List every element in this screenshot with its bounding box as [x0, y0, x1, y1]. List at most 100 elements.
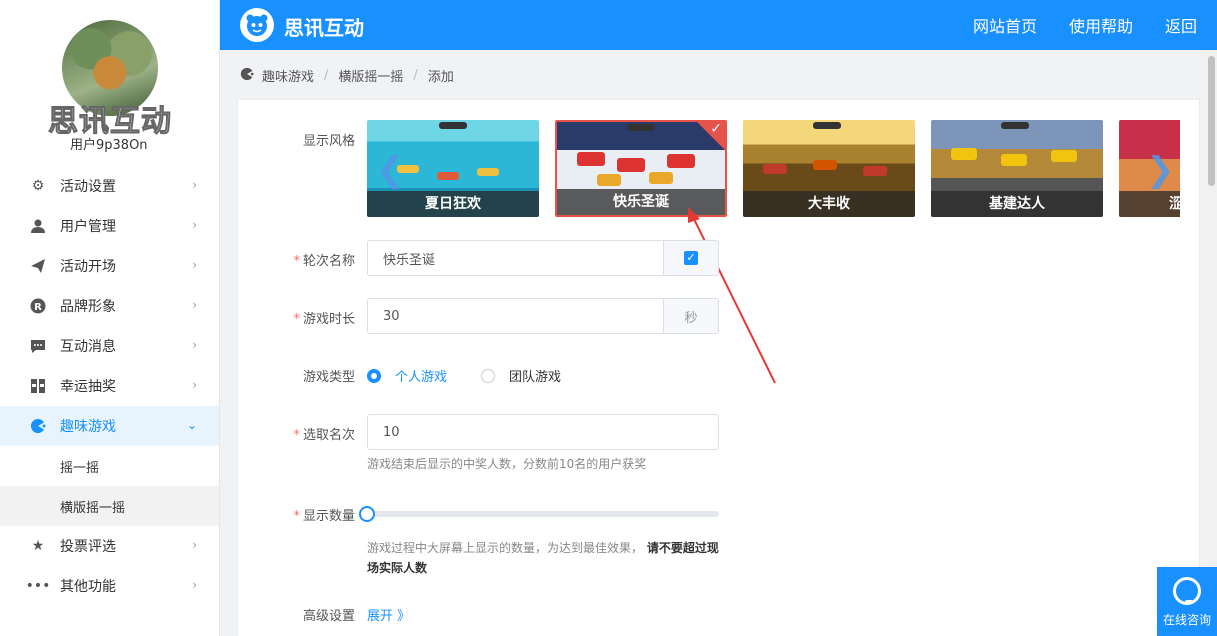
chevron-right-icon: ›: [192, 578, 197, 592]
style-caption: 基建达人: [931, 191, 1103, 217]
gears-icon: ⚙: [31, 178, 45, 194]
round-name-checkbox[interactable]: ✓: [684, 251, 698, 265]
sidebar-item-other[interactable]: ••• 其他功能 ›: [0, 566, 219, 606]
lottery-icon: [30, 378, 46, 394]
chevron-right-icon: ›: [192, 378, 197, 392]
chevron-down-icon: ⌄: [186, 418, 197, 432]
style-card-christmas[interactable]: ✓ 快乐圣诞: [555, 120, 727, 217]
scrollbar-thumb[interactable]: [1208, 56, 1215, 186]
duration-unit: 秒: [663, 298, 719, 334]
style-carousel: 夏日狂欢 ✓ 快乐圣诞 大丰收 基建达人 涩: [367, 120, 1180, 218]
radio-individual[interactable]: 个人游戏: [367, 366, 447, 385]
sidebar-item-label: 趣味游戏: [60, 419, 116, 435]
radio-team-label: 团队游戏: [509, 370, 562, 385]
duration-unit-text: 秒: [684, 310, 698, 326]
sidebar: 思讯互动 用户9p38On ⚙ 活动设置 › 用户管理 › 活动开场 › R 品…: [0, 0, 220, 636]
more-icon: •••: [25, 578, 51, 594]
breadcrumb-item[interactable]: 趣味游戏: [262, 66, 314, 85]
display-count-hint: 游戏过程中大屏幕上显示的数量，为达到最佳效果， 请不要超过现场实际人数: [367, 538, 727, 578]
headset-icon: [1173, 577, 1201, 605]
rank-value: 10: [383, 424, 400, 440]
sidebar-item-activity-opening[interactable]: 活动开场 ›: [0, 246, 219, 286]
display-count-slider-handle[interactable]: [359, 506, 375, 522]
logo-text: 思讯互动: [284, 16, 364, 40]
sidebar-item-label: 其他功能: [60, 579, 116, 595]
chat-icon: [30, 338, 46, 354]
game-icon: [240, 67, 254, 85]
nav-back-link[interactable]: 返回: [1165, 13, 1197, 37]
style-card-construction[interactable]: 基建达人: [931, 120, 1103, 217]
nav-help-link[interactable]: 使用帮助: [1069, 13, 1133, 37]
check-icon: ✓: [710, 121, 722, 137]
round-name-value: 快乐圣诞: [383, 252, 436, 268]
breadcrumb-separator: /: [324, 68, 329, 83]
sidebar-item-label: 幸运抽奖: [60, 379, 116, 395]
star-icon: ★: [31, 538, 45, 554]
display-count-slider-track[interactable]: [367, 511, 719, 517]
sidebar-item-brand-image[interactable]: R 品牌形象 ›: [0, 286, 219, 326]
username: 用户9p38On: [70, 138, 148, 153]
online-consult-button[interactable]: 在线咨询: [1157, 567, 1217, 636]
user-icon: [30, 218, 46, 234]
sidebar-item-messages[interactable]: 互动消息 ›: [0, 326, 219, 366]
sidebar-item-voting[interactable]: ★ 投票评选 ›: [0, 526, 219, 566]
sidebar-item-label: 投票评选: [60, 539, 116, 555]
chevron-right-icon: ›: [192, 178, 197, 192]
game-type-label-text: 游戏类型: [302, 370, 355, 385]
paper-plane-icon: [30, 258, 46, 274]
duration-label-text: 游戏时长: [302, 312, 355, 327]
radio-dot: [367, 368, 381, 383]
duration-label: * 游戏时长: [293, 312, 355, 327]
rank-label-text: 选取名次: [302, 428, 355, 443]
breadcrumb: 趣味游戏 / 横版摇一摇 / 添加: [240, 66, 454, 85]
sidebar-item-label: 活动开场: [60, 259, 116, 275]
breadcrumb-separator: /: [413, 68, 418, 83]
nav-home-link[interactable]: 网站首页: [973, 13, 1037, 37]
game-type-label: 游戏类型: [275, 366, 355, 385]
chevron-right-icon: ›: [192, 538, 197, 552]
sidebar-item-label: 品牌形象: [60, 299, 116, 315]
sidebar-item-activity-settings[interactable]: ⚙ 活动设置 ›: [0, 166, 219, 206]
carousel-prev-icon[interactable]: ❮: [376, 150, 405, 190]
advanced-label: 高级设置: [275, 605, 355, 624]
page-scrollbar[interactable]: [1206, 50, 1217, 636]
chevron-right-icon: ›: [192, 258, 197, 272]
sidebar-item-label: 活动设置: [60, 179, 116, 195]
display-count-label: * 显示数量: [293, 509, 355, 524]
breadcrumb-item[interactable]: 横版摇一摇: [338, 66, 403, 85]
style-caption: 涩: [1119, 191, 1180, 217]
sidebar-menu: ⚙ 活动设置 › 用户管理 › 活动开场 › R 品牌形象 › 互动消息 › 幸…: [0, 166, 219, 606]
sidebar-subitem-shake[interactable]: 摇一摇: [0, 446, 219, 486]
sidebar-subitem-horizontal-shake[interactable]: 横版摇一摇: [0, 486, 219, 526]
rank-hint: 游戏结束后显示的中奖人数，分数前10名的用户获奖: [367, 457, 647, 471]
radio-dot: [481, 368, 495, 383]
online-consult-label: 在线咨询: [1162, 613, 1211, 627]
round-name-input[interactable]: 快乐圣诞: [367, 240, 664, 276]
chevron-right-icon: ›: [192, 218, 197, 232]
sidebar-item-user-management[interactable]: 用户管理 ›: [0, 206, 219, 246]
rank-input[interactable]: 10: [367, 414, 719, 450]
duration-input[interactable]: 30: [367, 298, 664, 334]
display-hint-text: 游戏过程中大屏幕上显示的数量，为达到最佳效果，: [367, 541, 644, 555]
style-caption: 夏日狂欢: [367, 191, 539, 217]
style-label: 显示风格: [275, 130, 355, 149]
expand-link[interactable]: 展开 》: [367, 605, 410, 624]
sidebar-item-lottery[interactable]: 幸运抽奖 ›: [0, 366, 219, 406]
sidebar-item-fun-games[interactable]: 趣味游戏 ⌄: [0, 406, 219, 446]
game-icon: [30, 418, 46, 434]
carousel-next-icon[interactable]: ❯: [1146, 150, 1175, 190]
rank-label: * 选取名次: [293, 428, 355, 443]
display-count-label-text: 显示数量: [302, 509, 355, 524]
chevron-right-icon: ›: [192, 298, 197, 312]
registered-icon: R: [30, 298, 46, 314]
logo-icon: [240, 8, 274, 42]
svg-text:R: R: [34, 302, 42, 313]
radio-individual-label: 个人游戏: [395, 370, 448, 385]
style-card-harvest[interactable]: 大丰收: [743, 120, 915, 217]
top-header: 思讯互动 网站首页 使用帮助 返回: [220, 0, 1217, 50]
radio-team[interactable]: 团队游戏: [481, 366, 561, 385]
chevron-right-icon: ›: [192, 338, 197, 352]
round-name-append: ✓: [663, 240, 719, 276]
header-nav: 网站首页 使用帮助 返回: [973, 0, 1217, 50]
sidebar-item-label: 用户管理: [60, 219, 116, 235]
